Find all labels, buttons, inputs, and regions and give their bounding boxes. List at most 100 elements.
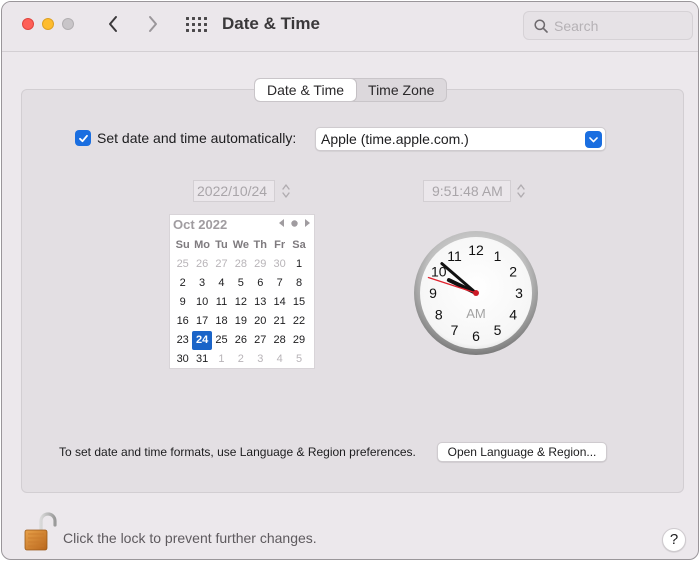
calendar-day[interactable]: 29 (289, 331, 308, 350)
clock-numeral: 1 (494, 248, 502, 264)
calendar-day[interactable]: 4 (212, 274, 231, 293)
close-button[interactable] (22, 18, 34, 30)
calendar-day[interactable]: 10 (192, 293, 211, 312)
calendar-day[interactable]: 28 (270, 331, 289, 350)
calendar-day[interactable]: 11 (212, 293, 231, 312)
previous-month-icon[interactable] (279, 219, 285, 227)
calendar-day[interactable]: 22 (289, 312, 308, 331)
date-stepper[interactable] (280, 180, 292, 202)
calendar-day[interactable]: 19 (231, 312, 250, 331)
stepper-arrows-icon (282, 184, 290, 198)
stepper-arrows-icon (517, 184, 525, 198)
date-field[interactable]: 2022/10/24 (193, 180, 275, 202)
calendar-day[interactable]: 27 (251, 331, 270, 350)
back-button[interactable] (102, 13, 124, 35)
weekday-header: Tu (215, 239, 228, 251)
weekday-header: Sa (292, 239, 306, 251)
today-dot-icon[interactable] (291, 219, 298, 227)
calendar-day-other-month[interactable]: 28 (231, 255, 250, 274)
chevron-down-icon (585, 131, 602, 148)
auto-time-label: Set date and time automatically: (97, 130, 297, 146)
calendar-day-other-month[interactable]: 1 (212, 350, 231, 369)
calendar-day-other-month[interactable]: 30 (270, 255, 289, 274)
titlebar: Date & Time (2, 2, 698, 52)
clock-numeral: 3 (515, 285, 523, 301)
show-all-grid-icon[interactable] (185, 16, 207, 34)
window-title: Date & Time (222, 14, 320, 33)
lock-hint-text: Click the lock to prevent further change… (63, 530, 317, 546)
calendar-day[interactable]: 3 (192, 274, 211, 293)
clock-numeral: 2 (509, 264, 517, 280)
calendar-day[interactable]: 25 (212, 331, 231, 350)
calendar-day[interactable]: 30 (173, 350, 192, 369)
calendar-day[interactable]: 31 (192, 350, 211, 369)
chevron-left-icon (109, 16, 117, 32)
tab-time-zone[interactable]: Time Zone (356, 79, 446, 101)
calendar-day[interactable]: 23 (173, 331, 192, 350)
clock-numeral: 6 (472, 328, 480, 344)
calendar-day-other-month[interactable]: 25 (173, 255, 192, 274)
calendar-day[interactable]: 5 (231, 274, 250, 293)
tab-date-time[interactable]: Date & Time (255, 79, 357, 101)
tab-bar: Date & Time Time Zone (254, 78, 448, 102)
calendar-day[interactable]: 21 (270, 312, 289, 331)
calendar-nav (279, 219, 310, 227)
calendar-day-other-month[interactable]: 29 (251, 255, 270, 274)
next-month-icon[interactable] (304, 219, 310, 227)
search-input[interactable] (554, 17, 674, 34)
time-server-select[interactable]: Apple (time.apple.com.) (315, 127, 606, 151)
minimize-button[interactable] (42, 18, 54, 30)
calendar-day[interactable]: 14 (270, 293, 289, 312)
checkmark-icon (78, 134, 88, 142)
clock-numeral: 8 (435, 307, 443, 323)
calendar-month: Oct 2022 (173, 217, 228, 232)
open-language-region-button[interactable]: Open Language & Region... (437, 442, 607, 462)
clock-numeral: 9 (429, 285, 437, 301)
search-icon (534, 18, 548, 33)
calendar-day[interactable]: 6 (251, 274, 270, 293)
calendar-day[interactable]: 20 (251, 312, 270, 331)
calendar-day[interactable]: 12 (231, 293, 250, 312)
search-field[interactable] (523, 11, 693, 40)
clock-meridiem: AM (466, 306, 486, 321)
calendar-day[interactable]: 7 (270, 274, 289, 293)
unlocked-padlock-icon[interactable] (21, 512, 57, 552)
zoom-button[interactable] (62, 18, 74, 30)
weekday-header: Th (253, 239, 267, 251)
analog-clock: 12 1234567891011 AM (414, 231, 538, 355)
clock-numeral: 4 (509, 307, 517, 323)
clock-numeral: 7 (451, 322, 459, 338)
help-button[interactable]: ? (662, 528, 686, 552)
calendar-day[interactable]: 8 (289, 274, 308, 293)
calendar-day-other-month[interactable]: 5 (289, 350, 308, 369)
calendar-day-other-month[interactable]: 27 (212, 255, 231, 274)
weekday-header: Mo (194, 239, 211, 251)
calendar-day[interactable]: 26 (231, 331, 250, 350)
calendar-day-other-month[interactable]: 3 (251, 350, 270, 369)
auto-time-checkbox[interactable] (75, 130, 91, 146)
chevron-right-icon (149, 16, 157, 32)
calendar-day-other-month[interactable]: 26 (192, 255, 211, 274)
calendar-day-other-month[interactable]: 4 (270, 350, 289, 369)
preferences-window: Date & Time Date & Time Time Zone Set da… (1, 1, 699, 560)
calendar-day[interactable]: 18 (212, 312, 231, 331)
calendar-day[interactable]: 16 (173, 312, 192, 331)
calendar-day[interactable]: 24 (192, 331, 212, 350)
clock-center-pin (473, 290, 479, 296)
weekday-header: We (232, 239, 250, 251)
calendar-day[interactable]: 1 (289, 255, 308, 274)
calendar-day[interactable]: 2 (173, 274, 192, 293)
calendar-day[interactable]: 17 (192, 312, 211, 331)
weekday-header: Fr (274, 239, 286, 251)
calendar: Oct 2022 Su Mo Tu We Th Fr Sa 25 26 27 28 29 30 1 2 3 4 5… (169, 214, 315, 369)
forward-button[interactable] (142, 13, 164, 35)
time-field[interactable]: 9:51:48 AM (423, 180, 511, 202)
clock-numeral: 11 (447, 248, 462, 264)
calendar-day[interactable]: 15 (289, 293, 308, 312)
calendar-day[interactable]: 9 (173, 293, 192, 312)
time-stepper[interactable] (515, 180, 527, 202)
weekday-header: Su (175, 239, 190, 251)
calendar-day-other-month[interactable]: 2 (231, 350, 250, 369)
calendar-day[interactable]: 13 (251, 293, 270, 312)
time-server-value: Apple (time.apple.com.) (321, 131, 469, 147)
